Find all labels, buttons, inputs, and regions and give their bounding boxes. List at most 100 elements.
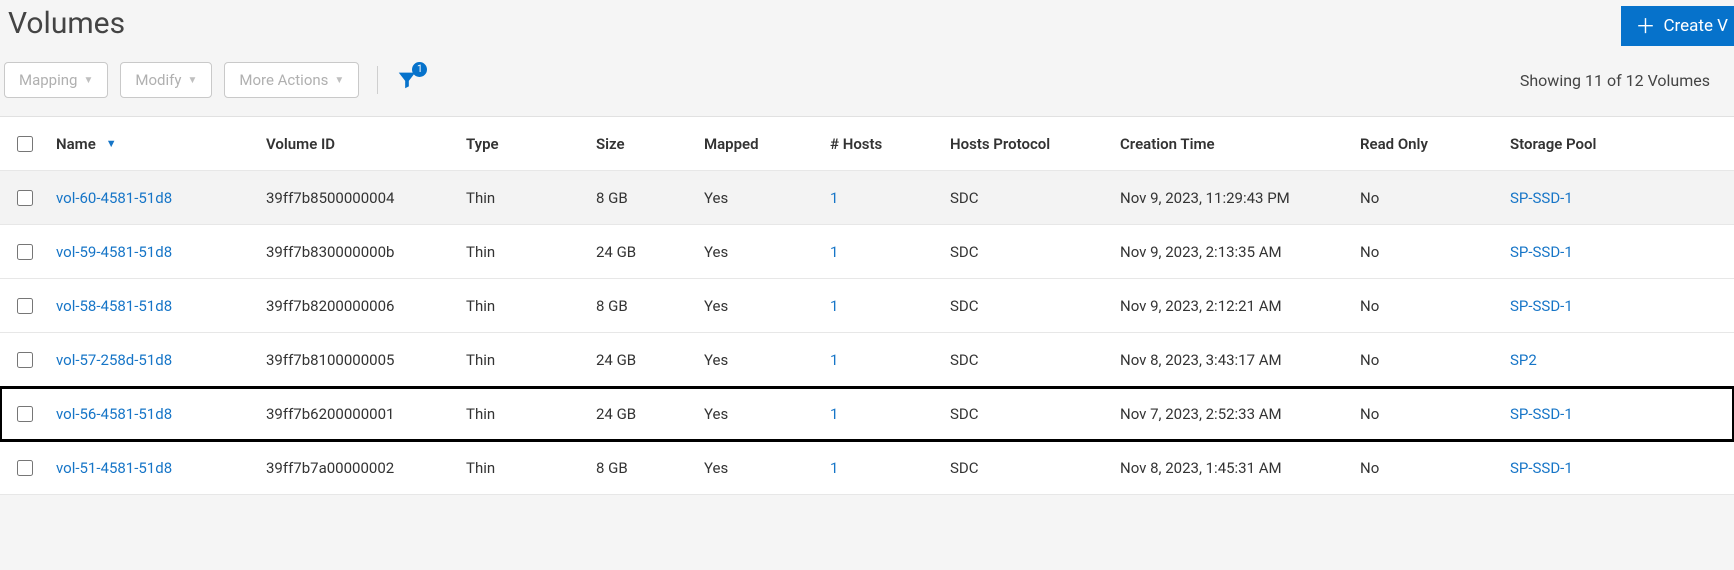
volume-name-link[interactable]: vol-58-4581-51d8 — [56, 297, 172, 315]
volume-size: 8 GB — [588, 283, 696, 329]
volume-id: 39ff7b8500000004 — [258, 175, 458, 221]
read-only: No — [1352, 445, 1502, 491]
read-only: No — [1352, 229, 1502, 275]
hosts-count-link[interactable]: 1 — [830, 405, 838, 423]
storage-pool-link[interactable]: SP-SSD-1 — [1510, 459, 1573, 477]
toolbar: Mapping ▼ Modify ▼ More Actions ▼ 1 Show… — [0, 52, 1734, 116]
table-row[interactable]: vol-59-4581-51d8 39ff7b830000000b Thin 2… — [0, 225, 1734, 279]
hosts-count-link[interactable]: 1 — [830, 189, 838, 207]
row-checkbox[interactable] — [17, 190, 33, 206]
creation-time: Nov 9, 2023, 2:12:21 AM — [1112, 283, 1352, 329]
row-checkbox[interactable] — [17, 352, 33, 368]
table-row[interactable]: vol-56-4581-51d8 39ff7b6200000001 Thin 2… — [0, 387, 1734, 441]
volume-type: Thin — [458, 391, 588, 437]
volume-mapped: Yes — [696, 175, 822, 221]
col-name-label: Name — [56, 135, 96, 153]
sort-caret-icon: ▼ — [106, 137, 117, 150]
hosts-protocol: SDC — [942, 283, 1112, 329]
hosts-protocol: SDC — [942, 391, 1112, 437]
volume-size: 8 GB — [588, 445, 696, 491]
volume-name-link[interactable]: vol-56-4581-51d8 — [56, 405, 172, 423]
hosts-count-link[interactable]: 1 — [830, 351, 838, 369]
table-row[interactable]: vol-57-258d-51d8 39ff7b8100000005 Thin 2… — [0, 333, 1734, 387]
showing-status: Showing 11 of 12 Volumes — [1520, 71, 1724, 90]
volume-id: 39ff7b830000000b — [258, 229, 458, 275]
hosts-protocol: SDC — [942, 175, 1112, 221]
col-size[interactable]: Size — [588, 121, 696, 167]
row-checkbox[interactable] — [17, 460, 33, 476]
read-only: No — [1352, 391, 1502, 437]
modify-button[interactable]: Modify ▼ — [120, 62, 212, 98]
volume-name-link[interactable]: vol-51-4581-51d8 — [56, 459, 172, 477]
col-creation-time[interactable]: Creation Time — [1112, 121, 1352, 167]
col-type[interactable]: Type — [458, 121, 588, 167]
mapping-button[interactable]: Mapping ▼ — [4, 62, 108, 98]
volume-size: 24 GB — [588, 391, 696, 437]
table-header: Name ▼ Volume ID Type Size Mapped # Host… — [0, 117, 1734, 171]
volume-mapped: Yes — [696, 229, 822, 275]
create-volume-label: Create V — [1663, 16, 1728, 36]
col-read-only[interactable]: Read Only — [1352, 121, 1502, 167]
filter-count-badge: 1 — [412, 62, 427, 77]
volume-type: Thin — [458, 337, 588, 383]
caret-down-icon: ▼ — [83, 75, 93, 86]
col-mapped[interactable]: Mapped — [696, 121, 822, 167]
row-checkbox[interactable] — [17, 406, 33, 422]
volume-id: 39ff7b6200000001 — [258, 391, 458, 437]
storage-pool-link[interactable]: SP-SSD-1 — [1510, 189, 1573, 207]
col-volume-id[interactable]: Volume ID — [258, 121, 458, 167]
hosts-count-link[interactable]: 1 — [830, 297, 838, 315]
read-only: No — [1352, 283, 1502, 329]
table-row[interactable]: vol-60-4581-51d8 39ff7b8500000004 Thin 8… — [0, 171, 1734, 225]
select-all-checkbox[interactable] — [17, 136, 33, 152]
creation-time: Nov 8, 2023, 1:45:31 AM — [1112, 445, 1352, 491]
volume-name-link[interactable]: vol-57-258d-51d8 — [56, 351, 172, 369]
toolbar-divider — [377, 66, 378, 94]
volume-size: 24 GB — [588, 229, 696, 275]
col-storage-pool[interactable]: Storage Pool — [1502, 121, 1612, 167]
hosts-count-link[interactable]: 1 — [830, 243, 838, 261]
more-actions-label: More Actions — [239, 71, 328, 89]
volume-type: Thin — [458, 283, 588, 329]
volume-type: Thin — [458, 175, 588, 221]
hosts-count-link[interactable]: 1 — [830, 459, 838, 477]
volume-name-link[interactable]: vol-60-4581-51d8 — [56, 189, 172, 207]
page-title: Volumes — [8, 6, 125, 41]
volume-id: 39ff7b8100000005 — [258, 337, 458, 383]
storage-pool-link[interactable]: SP-SSD-1 — [1510, 405, 1573, 423]
creation-time: Nov 8, 2023, 3:43:17 AM — [1112, 337, 1352, 383]
col-hosts-protocol[interactable]: Hosts Protocol — [942, 121, 1112, 167]
col-name[interactable]: Name ▼ — [48, 121, 258, 167]
volume-size: 24 GB — [588, 337, 696, 383]
table-row[interactable]: vol-51-4581-51d8 39ff7b7a00000002 Thin 8… — [0, 441, 1734, 495]
caret-down-icon: ▼ — [334, 75, 344, 86]
row-checkbox[interactable] — [17, 298, 33, 314]
volume-mapped: Yes — [696, 283, 822, 329]
volumes-table: Name ▼ Volume ID Type Size Mapped # Host… — [0, 116, 1734, 495]
read-only: No — [1352, 337, 1502, 383]
volume-mapped: Yes — [696, 337, 822, 383]
volume-id: 39ff7b8200000006 — [258, 283, 458, 329]
table-row[interactable]: vol-58-4581-51d8 39ff7b8200000006 Thin 8… — [0, 279, 1734, 333]
storage-pool-link[interactable]: SP-SSD-1 — [1510, 297, 1573, 315]
col-hosts[interactable]: # Hosts — [822, 121, 942, 167]
creation-time: Nov 9, 2023, 2:13:35 AM — [1112, 229, 1352, 275]
more-actions-button[interactable]: More Actions ▼ — [224, 62, 359, 98]
row-checkbox[interactable] — [17, 244, 33, 260]
storage-pool-link[interactable]: SP2 — [1510, 351, 1537, 369]
storage-pool-link[interactable]: SP-SSD-1 — [1510, 243, 1573, 261]
hosts-protocol: SDC — [942, 337, 1112, 383]
volume-name-link[interactable]: vol-59-4581-51d8 — [56, 243, 172, 261]
hosts-protocol: SDC — [942, 229, 1112, 275]
caret-down-icon: ▼ — [187, 75, 197, 86]
creation-time: Nov 9, 2023, 11:29:43 PM — [1112, 175, 1352, 221]
modify-label: Modify — [135, 71, 181, 89]
volume-type: Thin — [458, 445, 588, 491]
mapping-label: Mapping — [19, 71, 77, 89]
volume-size: 8 GB — [588, 175, 696, 221]
creation-time: Nov 7, 2023, 2:52:33 AM — [1112, 391, 1352, 437]
read-only: No — [1352, 175, 1502, 221]
filter-button[interactable]: 1 — [396, 69, 418, 91]
create-volume-button[interactable]: ＋ Create V — [1621, 6, 1734, 46]
table-body: vol-60-4581-51d8 39ff7b8500000004 Thin 8… — [0, 171, 1734, 495]
